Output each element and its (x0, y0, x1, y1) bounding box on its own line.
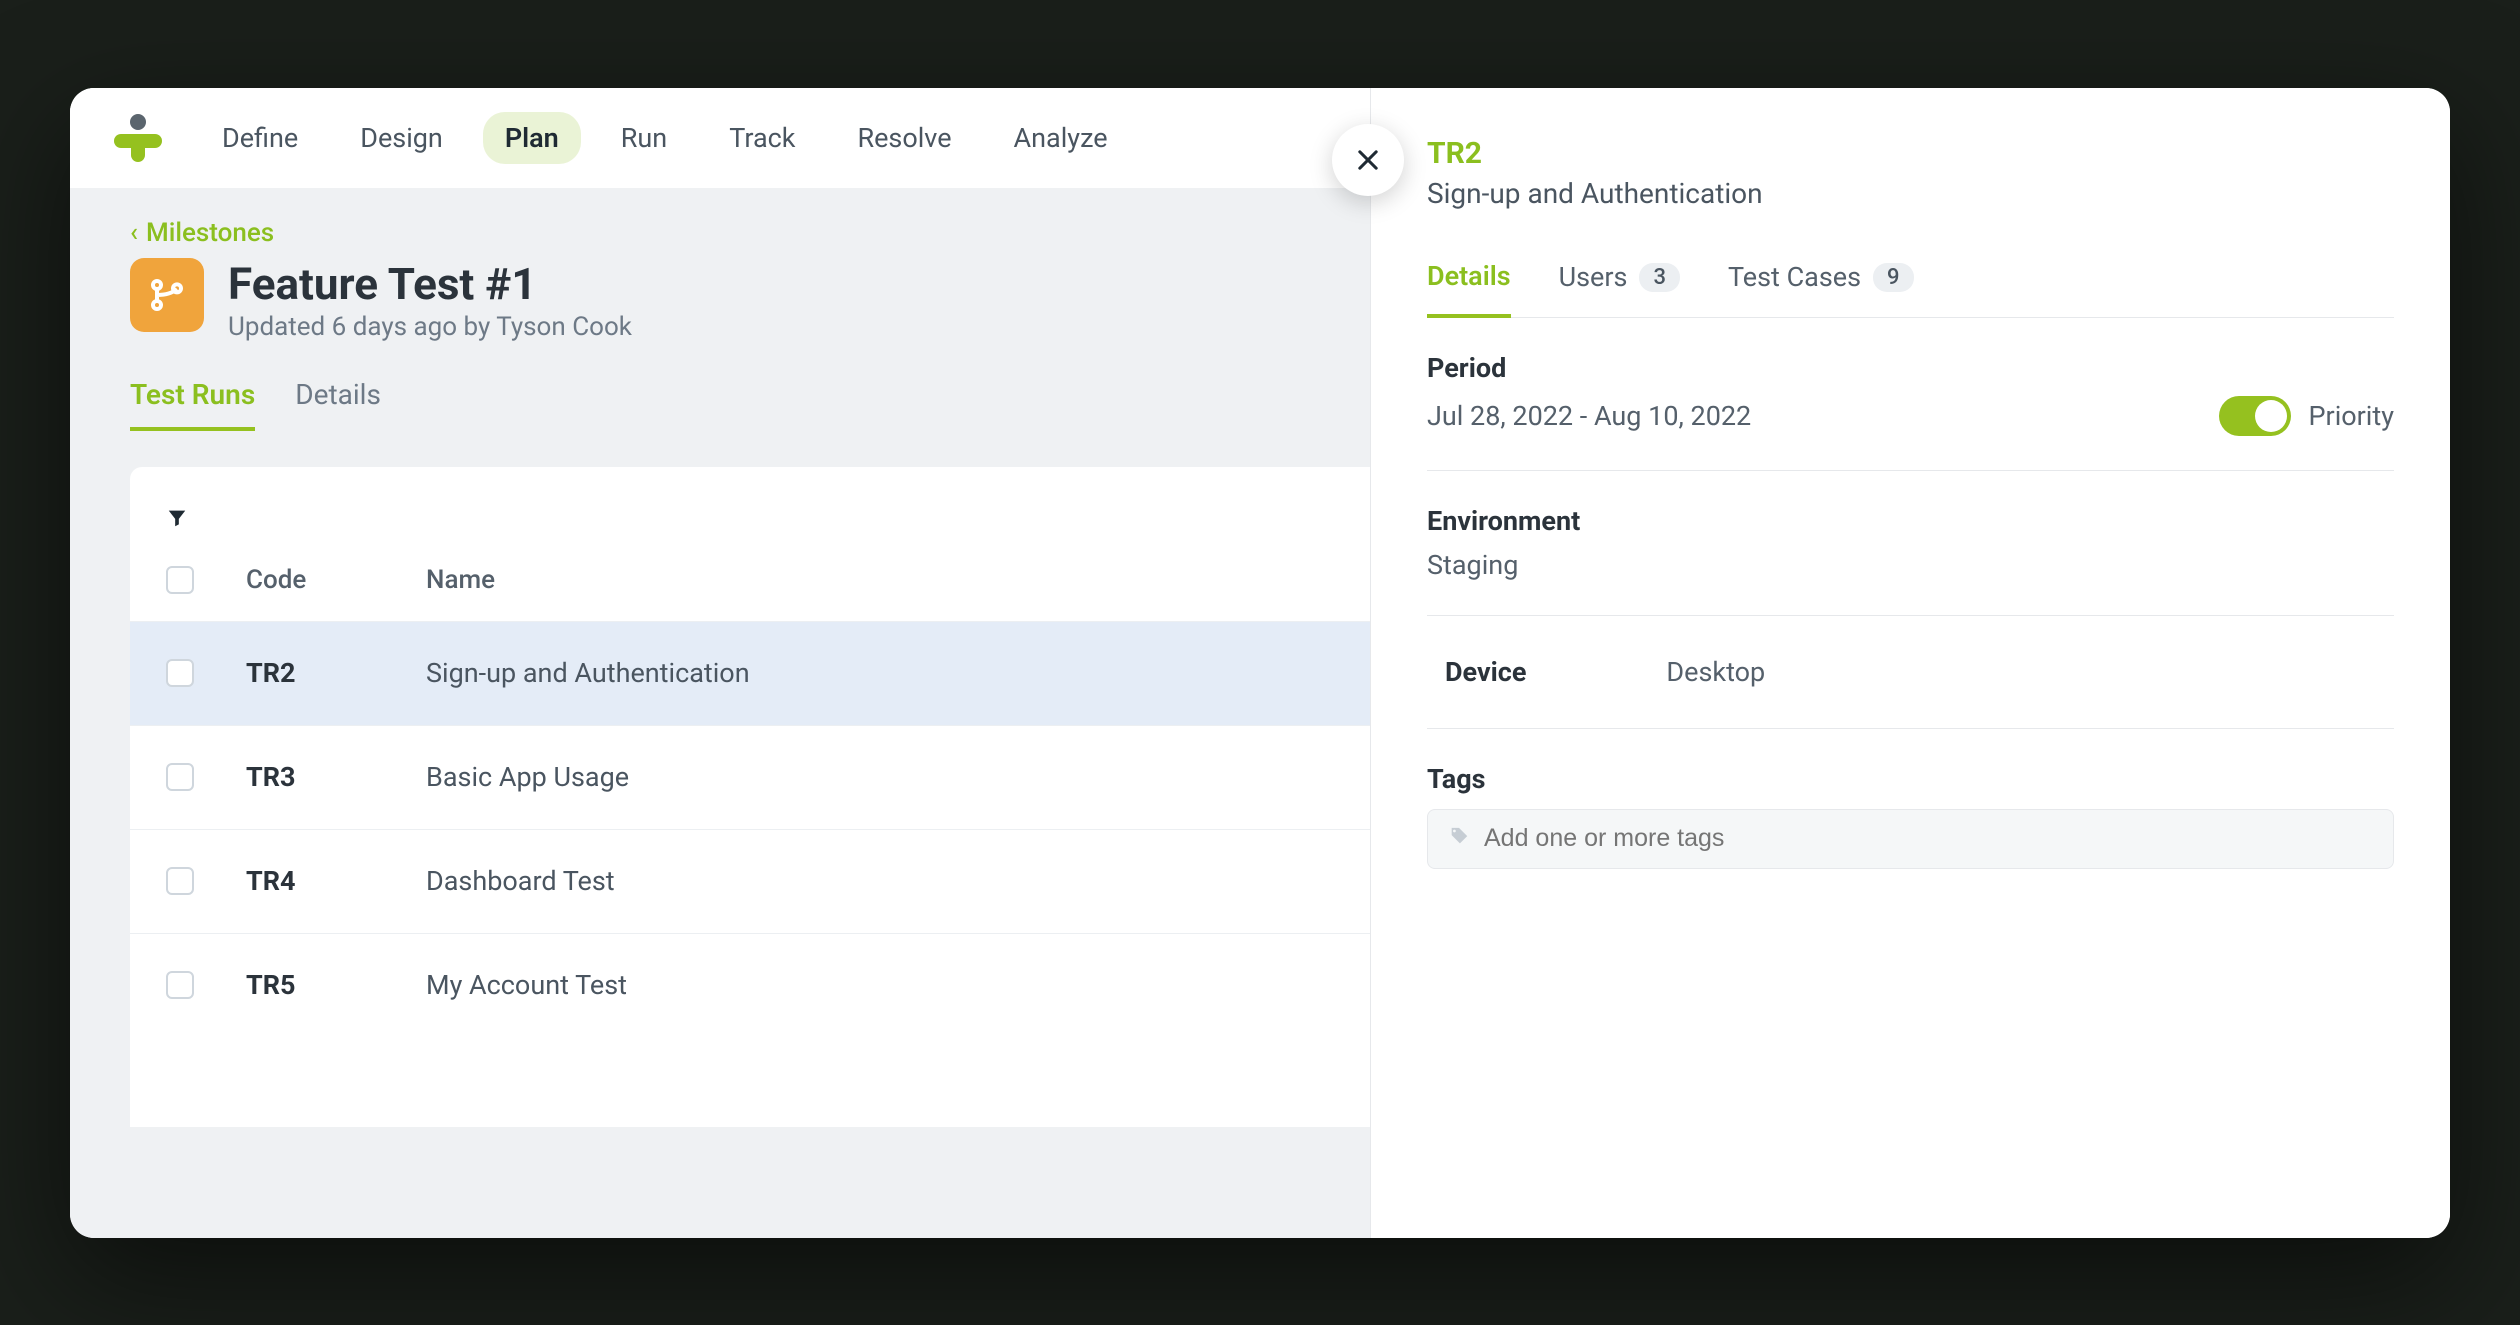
detail-tab-test-cases[interactable]: Test Cases 9 (1728, 260, 1914, 317)
row-code: TR4 (246, 865, 426, 897)
table-row[interactable]: TR3Basic App Usage (130, 725, 1370, 829)
nav-resolve[interactable]: Resolve (835, 112, 973, 164)
table-row[interactable]: TR5My Account Test (130, 933, 1370, 1037)
row-checkbox[interactable] (166, 867, 194, 895)
tab-test-runs[interactable]: Test Runs (130, 378, 255, 431)
left-tabs: Test Runs Details (70, 378, 1370, 433)
nav-plan[interactable]: Plan (483, 112, 581, 164)
priority-label: Priority (2309, 400, 2394, 432)
branch-icon (130, 258, 204, 332)
tags-input[interactable] (1484, 824, 2373, 853)
col-name: Name (426, 565, 1334, 595)
detail-tab-users[interactable]: Users 3 (1559, 260, 1680, 317)
nav-define[interactable]: Define (200, 112, 320, 164)
detail-tab-details[interactable]: Details (1427, 260, 1511, 318)
row-checkbox[interactable] (166, 659, 194, 687)
priority-toggle[interactable] (2219, 396, 2291, 436)
device-label: Device (1445, 656, 1526, 688)
detail-panel: TR2 Sign-up and Authentication Details Us… (1370, 88, 2450, 1238)
page-title: Feature Test #1 (228, 258, 632, 310)
page-subtitle: Updated 6 days ago by Tyson Cook (228, 312, 632, 342)
breadcrumb-back[interactable]: ‹ Milestones (130, 218, 274, 248)
row-code: TR5 (246, 969, 426, 1001)
row-name: My Account Test (426, 969, 1334, 1001)
detail-name: Sign-up and Authentication (1427, 177, 2394, 210)
table-row[interactable]: TR4Dashboard Test (130, 829, 1370, 933)
detail-id: TR2 (1427, 136, 2394, 171)
row-checkbox[interactable] (166, 971, 194, 999)
tab-details[interactable]: Details (295, 378, 381, 431)
environment-label: Environment (1427, 505, 2394, 537)
detail-tab-label: Test Cases (1728, 261, 1861, 293)
detail-tab-label: Details (1427, 260, 1511, 292)
tags-input-wrapper[interactable] (1427, 809, 2394, 869)
period-value: Jul 28, 2022 - Aug 10, 2022 (1427, 400, 1751, 432)
row-name: Dashboard Test (426, 865, 1334, 897)
table-header: Code Name (130, 565, 1370, 621)
row-code: TR3 (246, 761, 426, 793)
close-icon (1354, 146, 1382, 174)
detail-tabs: Details Users 3 Test Cases 9 (1427, 260, 2394, 318)
tags-label: Tags (1427, 763, 2394, 795)
environment-value: Staging (1427, 549, 2394, 581)
breadcrumb-label: Milestones (146, 218, 274, 248)
detail-tab-label: Users (1559, 261, 1628, 293)
nav-analyze[interactable]: Analyze (992, 112, 1130, 164)
select-all-checkbox[interactable] (166, 566, 194, 594)
test-runs-panel: Code Name TR2Sign-up and AuthenticationT… (130, 467, 1370, 1127)
period-label: Period (1427, 352, 2394, 384)
row-code: TR2 (246, 657, 426, 689)
chevron-left-icon: ‹ (130, 218, 138, 248)
app-logo (114, 114, 162, 162)
detail-tab-count: 3 (1639, 263, 1680, 292)
col-code: Code (246, 565, 426, 595)
nav-run[interactable]: Run (599, 112, 689, 164)
filter-icon[interactable] (166, 510, 188, 535)
nav-design[interactable]: Design (338, 112, 465, 164)
top-nav: Define Design Plan Run Track Resolve Analyze (70, 88, 1370, 188)
row-checkbox[interactable] (166, 763, 194, 791)
device-value: Desktop (1666, 656, 1765, 688)
close-button[interactable] (1332, 124, 1404, 196)
tag-icon (1448, 826, 1470, 852)
table-row[interactable]: TR2Sign-up and Authentication (130, 621, 1370, 725)
detail-tab-count: 9 (1873, 263, 1914, 292)
row-name: Basic App Usage (426, 761, 1334, 793)
nav-track[interactable]: Track (707, 112, 817, 164)
row-name: Sign-up and Authentication (426, 657, 1334, 689)
